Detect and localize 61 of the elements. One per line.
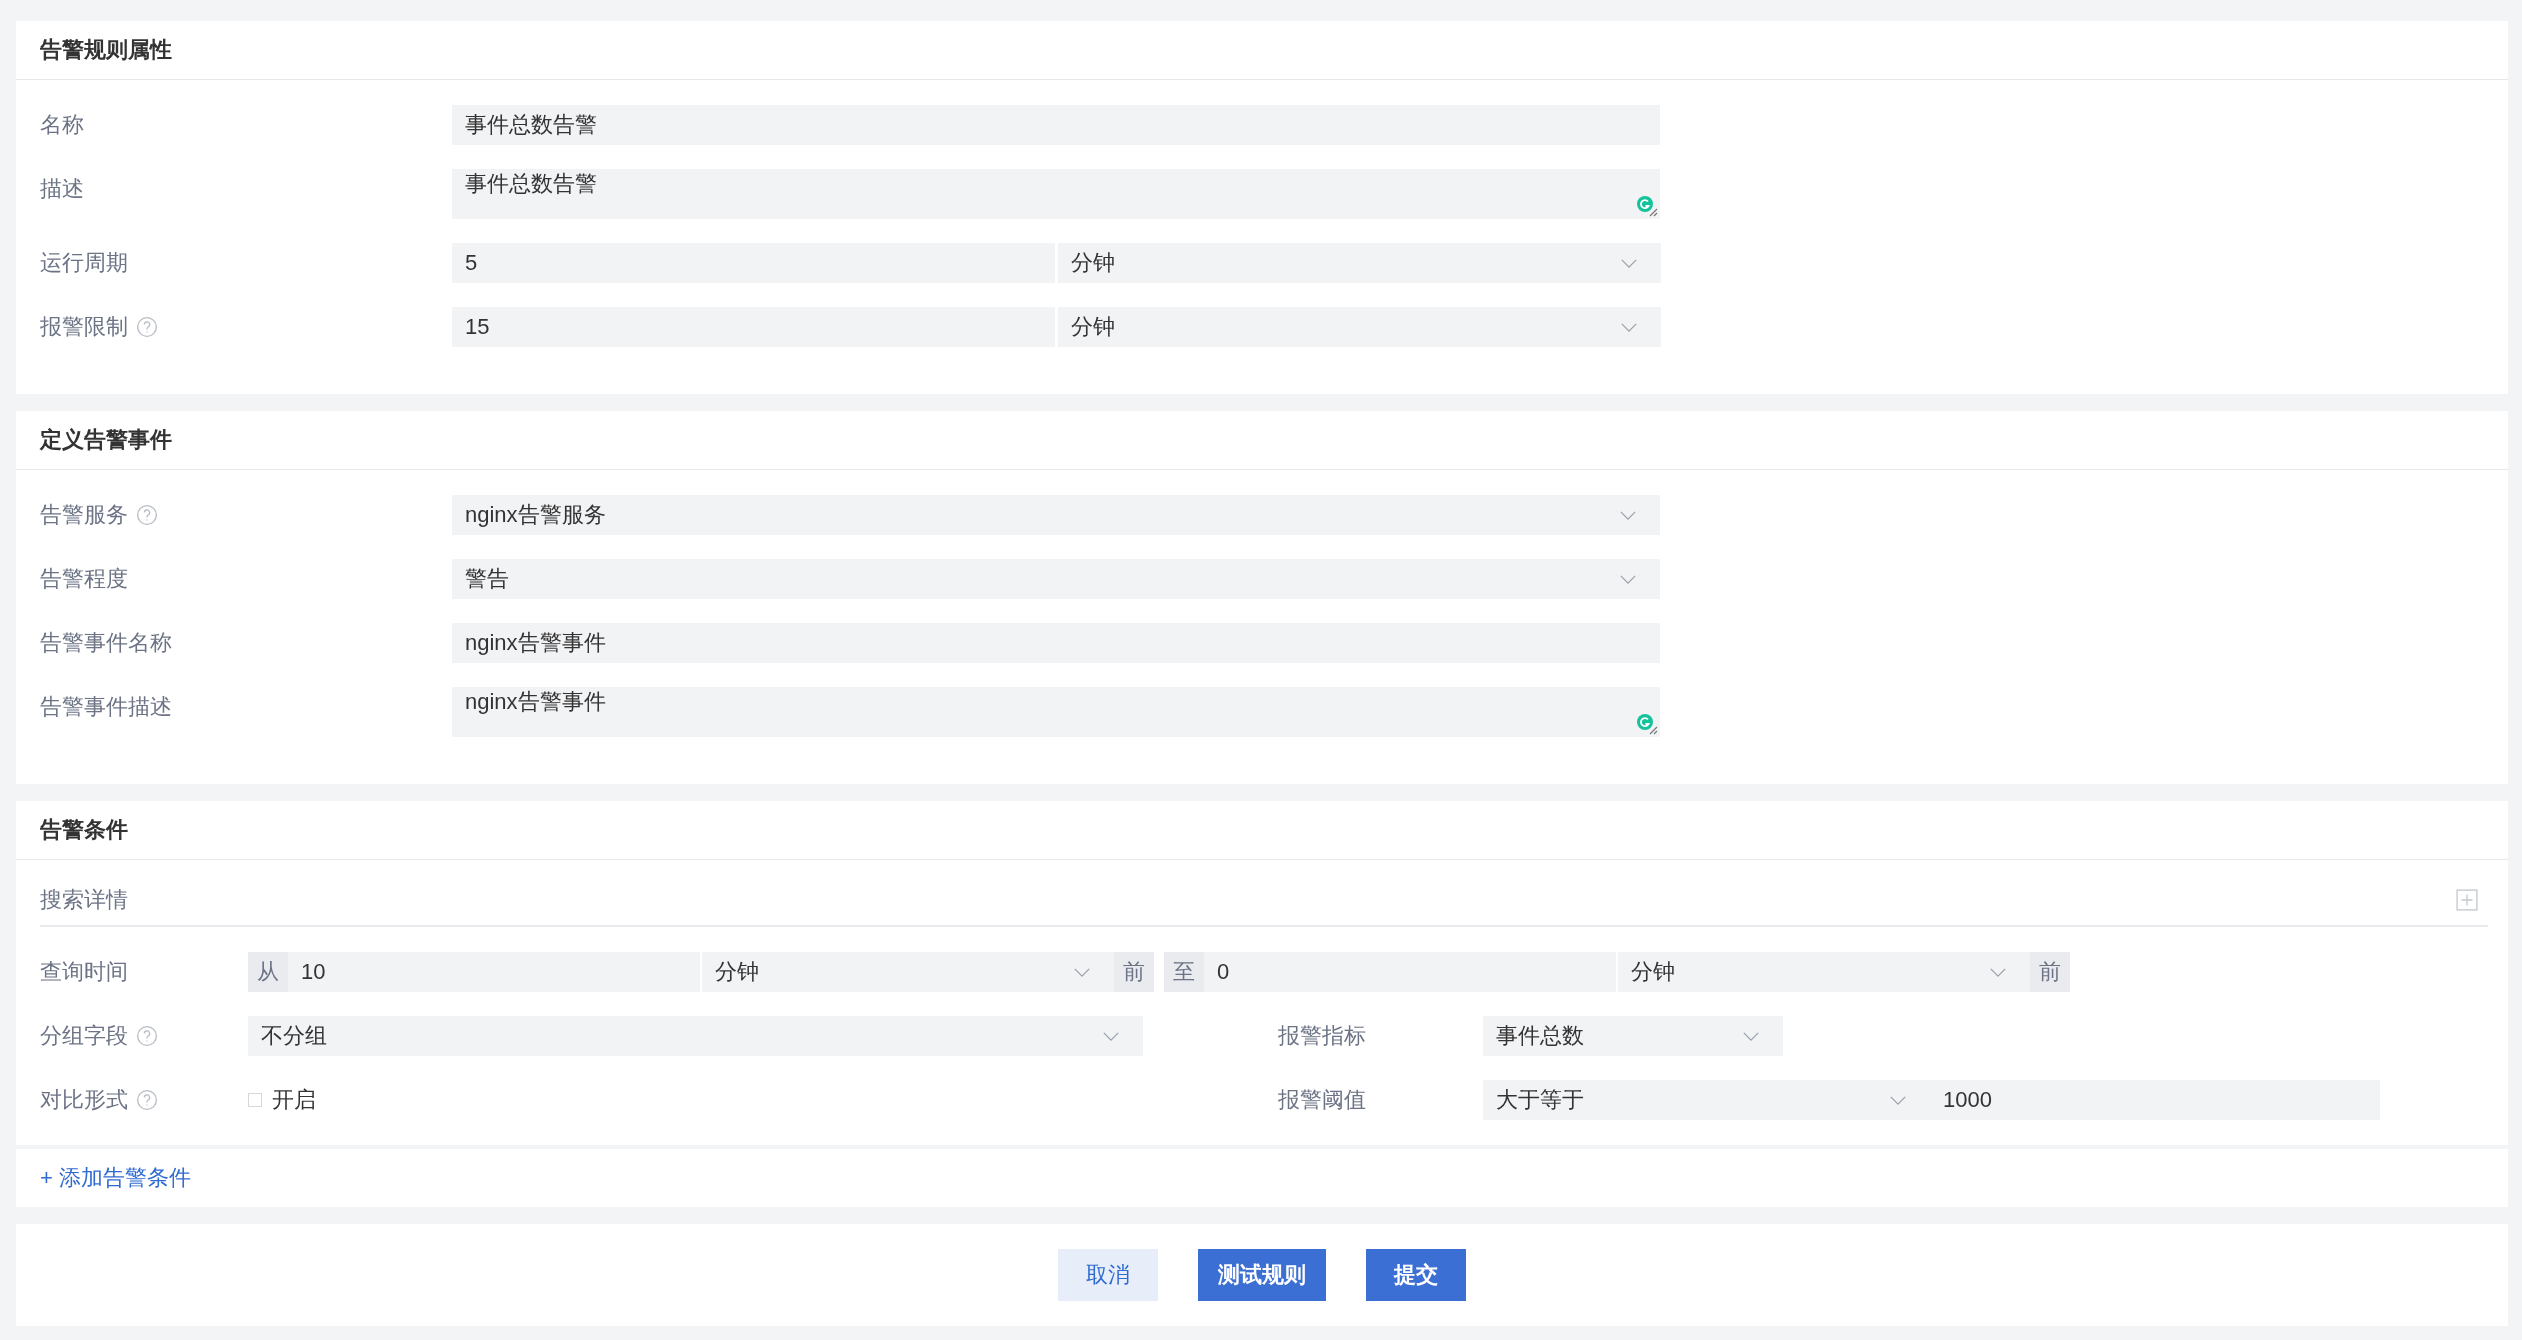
chevron-down-icon (1989, 966, 2007, 978)
field-label: 名称 (40, 111, 84, 139)
unit-select[interactable]: 分钟 (1058, 243, 1661, 283)
chevron-down-icon (1620, 321, 1638, 333)
chevron-down-icon (1620, 257, 1638, 269)
textarea-field[interactable]: 事件总数告警 (452, 169, 1660, 219)
field-label: 报警指标 (1278, 1023, 1366, 1048)
addon-label: 前 (1114, 952, 1154, 992)
chevron-down-icon (1619, 573, 1637, 585)
field-label: 运行周期 (40, 249, 128, 277)
checkbox-label: 开启 (272, 1086, 316, 1114)
addon-label: 前 (2030, 952, 2070, 992)
select-field[interactable]: 不分组 (248, 1016, 1143, 1056)
field-label: 报警限制 (40, 313, 128, 341)
field-label: 告警事件名称 (40, 629, 172, 657)
chevron-down-icon (1742, 1030, 1760, 1042)
field-label: 告警事件描述 (40, 693, 172, 721)
section-title: 告警条件 (16, 801, 2508, 860)
action-button[interactable]: 测试规则 (1198, 1249, 1326, 1301)
field-label: 分组字段 (40, 1022, 128, 1050)
select-field[interactable]: nginx告警服务 (452, 495, 1660, 535)
unit-select[interactable]: 分钟 (1058, 307, 1661, 347)
subsection-title: 搜索详情 (40, 886, 128, 914)
field-label: 告警服务 (40, 501, 128, 529)
section-title: 告警规则属性 (16, 21, 2508, 80)
field-label: 查询时间 (40, 958, 128, 986)
chevron-down-icon (1889, 1094, 1907, 1106)
input-field[interactable]: 事件总数告警 (452, 105, 1660, 145)
unit-select[interactable]: 分钟 (702, 952, 1114, 992)
chevron-down-icon (1102, 1030, 1120, 1042)
field-label: 告警程度 (40, 565, 128, 593)
field-label: 对比形式 (40, 1086, 128, 1114)
unit-select[interactable]: 分钟 (1618, 952, 2030, 992)
action-button[interactable]: 取消 (1058, 1249, 1158, 1301)
field-label: 描述 (40, 175, 84, 203)
textarea-field[interactable]: nginx告警事件 (452, 687, 1660, 737)
select-field[interactable]: 事件总数 (1483, 1016, 1783, 1056)
help-icon[interactable] (136, 1025, 158, 1047)
number-field[interactable]: 5 (452, 243, 1055, 283)
number-field[interactable]: 0 (1204, 952, 1616, 992)
checkbox[interactable] (248, 1093, 262, 1107)
help-icon[interactable] (136, 504, 158, 526)
select-field[interactable]: 大于等于 (1483, 1080, 1930, 1120)
select-field[interactable]: 警告 (452, 559, 1660, 599)
plus-square-icon[interactable] (2456, 889, 2478, 911)
action-button[interactable]: 提交 (1366, 1249, 1466, 1301)
grammar-check-icon[interactable] (1636, 195, 1658, 217)
chevron-down-icon (1073, 966, 1091, 978)
number-field[interactable]: 10 (288, 952, 700, 992)
number-field[interactable]: 1000 (1930, 1080, 2380, 1120)
help-icon[interactable] (136, 1089, 158, 1111)
grammar-check-icon[interactable] (1636, 713, 1658, 735)
input-field[interactable]: nginx告警事件 (452, 623, 1660, 663)
add-condition-link[interactable]: + 添加告警条件 (40, 1163, 191, 1193)
section-title: 定义告警事件 (16, 411, 2508, 470)
help-icon[interactable] (136, 316, 158, 338)
field-label: 报警阈值 (1278, 1087, 1366, 1112)
addon-label: 至 (1164, 952, 1204, 992)
addon-label: 从 (248, 952, 288, 992)
chevron-down-icon (1619, 509, 1637, 521)
number-field[interactable]: 15 (452, 307, 1055, 347)
